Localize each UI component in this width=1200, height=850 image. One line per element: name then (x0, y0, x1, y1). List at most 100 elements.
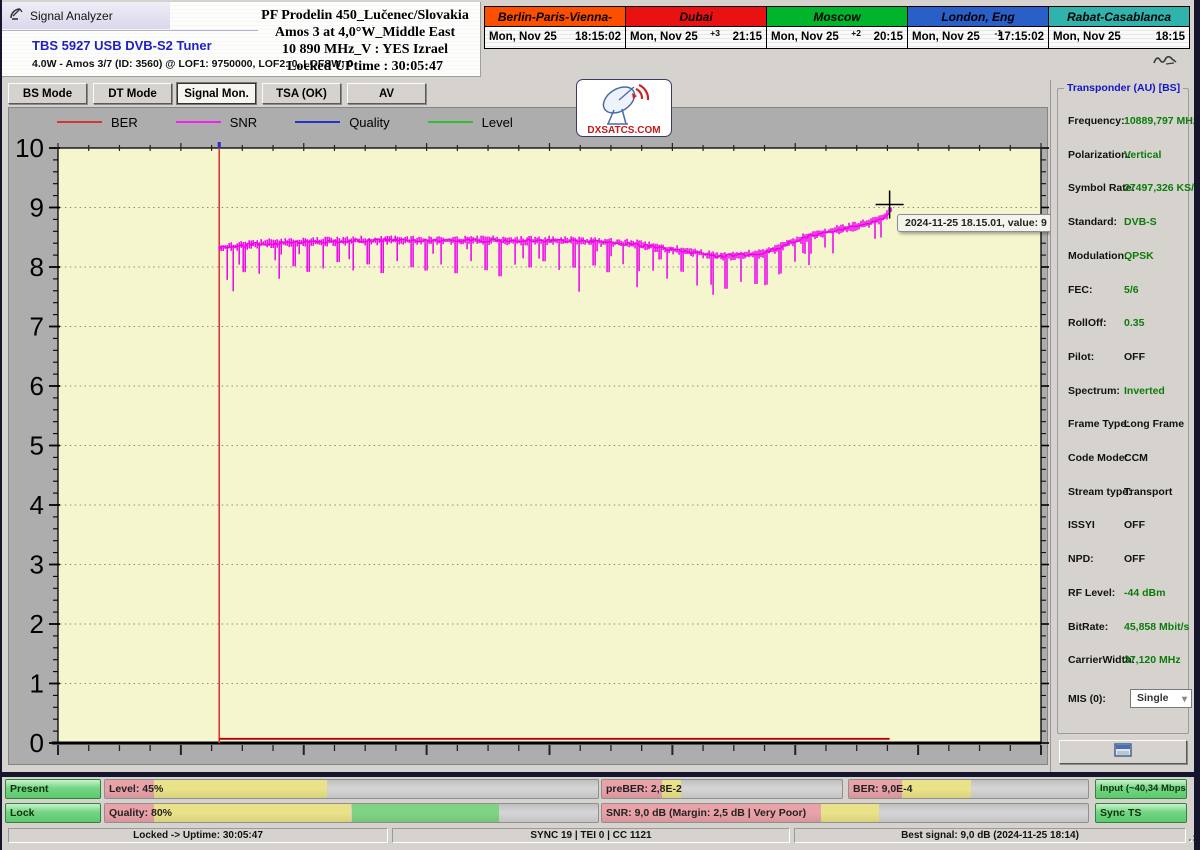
transponder-label: Standard: (1068, 216, 1117, 228)
clock-city: Berlin-Paris-Vienna-Roma (484, 6, 626, 27)
transponder-row-standard: Standard: DVB-S (1068, 216, 1186, 230)
clock-column-3: London, EngMon, Nov 25-117:15:02 (907, 6, 1048, 49)
transponder-label: Stream type: (1068, 486, 1132, 498)
svg-text:7: 7 (30, 312, 44, 342)
signal-analyzer-window: Signal Analyzer TBS 5927 USB DVB-S2 Tune… (0, 0, 1200, 850)
transponder-value: OFF (1124, 553, 1145, 565)
transponder-label: NPD: (1068, 553, 1094, 565)
transponder-label: RollOff: (1068, 317, 1107, 329)
clock-utc-offset: +3 (710, 28, 720, 38)
mis-dropdown[interactable]: Single ▾ (1130, 689, 1192, 708)
transponder-title: Transponder (AU) [BS] (1064, 82, 1183, 94)
snr-chart-svg: 012345678910 (9, 108, 1049, 766)
chevron-down-icon: ▾ (1182, 691, 1187, 708)
statusbar: Locked -> Uptime: 30:05:47 SYNC 19 | TEI… (0, 826, 1200, 845)
toolbar-button-bs-mode[interactable]: BS Mode (8, 83, 87, 104)
svg-text:10: 10 (15, 133, 44, 163)
titlebar: Signal Analyzer (2, 2, 170, 29)
clock-utc-offset: +2 (851, 28, 861, 38)
clock-date: Mon, Nov 25 (1053, 31, 1121, 43)
transponder-value: Long Frame (1124, 418, 1184, 430)
snapshot-button[interactable] (1059, 740, 1187, 764)
cursor-tooltip: 2024-11-25 18.15.01, value: 9 (897, 214, 1055, 232)
transponder-label: RF Level: (1068, 587, 1115, 599)
transponder-value: 0.35 (1124, 317, 1144, 329)
transponder-value: 45,858 Mbit/s (1124, 621, 1189, 633)
mis-label: MIS (0): (1068, 693, 1106, 705)
transponder-value: CCM (1124, 452, 1148, 464)
transponder-value: Transport (1124, 486, 1172, 498)
signal-chart[interactable]: BERSNRQualityLevel 012345678910 (8, 107, 1048, 765)
lock-indicator: Lock (5, 803, 101, 823)
transponder-label: Spectrum: (1068, 385, 1120, 397)
transponder-label: Frequency: (1068, 115, 1125, 127)
input-indicator: Input (~40,34 Mbps) (1095, 779, 1187, 799)
clock-time-cell: Mon, Nov 2518:15 (1048, 27, 1190, 49)
toolbar-button-dt-mode[interactable]: DT Mode (93, 83, 172, 104)
present-indicator: Present (5, 779, 101, 799)
bar-segment (352, 804, 500, 822)
transponder-row-frequency: Frequency:10889,797 MHz (1068, 115, 1186, 129)
clock-time: 20:15 (874, 31, 903, 43)
site-info: PF Prodelin 450_Lučenec/Slovakia Amos 3 … (248, 7, 482, 75)
transponder-row-stream-type: Stream type:Transport (1068, 486, 1186, 500)
clock-time-cell: Mon, Nov 25-117:15:02 (907, 27, 1049, 49)
ber-progressbar: BER: 9,0E-4 (848, 779, 1089, 799)
transponder-row-npd: NPD: OFF (1068, 553, 1186, 567)
transponder-row-fec: FEC:5/6 (1068, 284, 1186, 298)
bar-label: BER: 9,0E-4 (853, 783, 913, 795)
bar-label: Quality: 80% (109, 807, 172, 819)
clock-time-cell: Mon, Nov 25 +2 20:15 (766, 27, 908, 49)
clock-city: Rabat-Casablanca (1048, 6, 1190, 27)
transponder-row-bitrate: BitRate:45,858 Mbit/s (1068, 621, 1186, 635)
transponder-label: ISSYI (1068, 519, 1095, 531)
sync-ts-indicator: Sync TS (1095, 803, 1187, 823)
clock-date: Mon, Nov 25 (489, 31, 557, 43)
svg-text:4: 4 (30, 490, 44, 520)
transponder-row-code-mode: Code Mode:CCM (1068, 452, 1186, 466)
transponder-row-issyi: ISSYI OFF (1068, 519, 1186, 533)
disk-icon (1114, 743, 1132, 762)
bar-segment (154, 804, 351, 822)
clock-time: 17:15:02 (998, 31, 1044, 43)
preber-progressbar: preBER: 2,8E-2 (601, 779, 843, 799)
transponder-value: 5/6 (1124, 284, 1139, 296)
toolbar-button-av-playing[interactable]: AV (Playing) (347, 83, 426, 104)
toolbar-button-signal-mon[interactable]: Signal Mon. (177, 83, 256, 104)
snr-progressbar: SNR: 9,0 dB (Margin: 2,5 dB | Very Poor) (601, 803, 1089, 823)
transponder-value: Vertical (1124, 149, 1161, 161)
clock-column-1: DubaiMon, Nov 25+321:15 (625, 6, 766, 49)
mis-row: MIS (0): Single ▾ (1068, 693, 1186, 707)
clock-city: Moscow (766, 6, 908, 27)
transponder-value: OFF (1124, 351, 1145, 363)
transponder-value: DVB-S (1124, 216, 1157, 228)
clock-date: Mon, Nov 25 (912, 31, 980, 43)
bar-label: SNR: 9,0 dB (Margin: 2,5 dB | Very Poor) (606, 807, 806, 819)
window-edge (0, 0, 2, 850)
statusbar-sync: SYNC 19 | TEI 0 | CC 1121 (392, 828, 790, 843)
transponder-label: Modulation: (1068, 250, 1127, 262)
svg-text:0: 0 (30, 728, 44, 758)
statusbar-best-signal: Best signal: 9,0 dB (2024-11-25 18:14) (794, 828, 1186, 843)
transponder-row-symbol-rate: Symbol Rate:27497,326 KS/s (1068, 182, 1186, 196)
transponder-value: 27497,326 KS/s (1124, 182, 1200, 194)
clock-city: London, Eng (907, 6, 1049, 27)
logo-text: DXSATCS.COM (587, 125, 660, 136)
toolbar-button-tsa-ok[interactable]: TSA (OK) (262, 83, 341, 104)
transponder-label: Pilot: (1068, 351, 1094, 363)
transponder-row-polarization: Polarization:Vertical (1068, 149, 1186, 163)
svg-text:1: 1 (30, 669, 44, 699)
transponder-row-modulation: Modulation:QPSK (1068, 250, 1186, 264)
clock-date: Mon, Nov 25 (771, 31, 839, 43)
svg-text:5: 5 (30, 431, 44, 461)
satellite-dish-icon (9, 6, 24, 26)
clock-column-0: Berlin-Paris-Vienna-Roma Mon, Nov 25 18:15… (484, 6, 625, 49)
transponder-panel: Transponder (AU) [BS] Frequency:10889,79… (1050, 80, 1194, 772)
signature-scribble-icon (1152, 52, 1178, 71)
clock-time: 18:15:02 (575, 31, 621, 43)
transponder-row-pilot: Pilot: OFF (1068, 351, 1186, 365)
svg-text:8: 8 (30, 252, 44, 282)
window-edge (1194, 0, 1200, 850)
transponder-value: 10889,797 MHz (1124, 115, 1198, 127)
transponder-value: OFF (1124, 519, 1145, 531)
